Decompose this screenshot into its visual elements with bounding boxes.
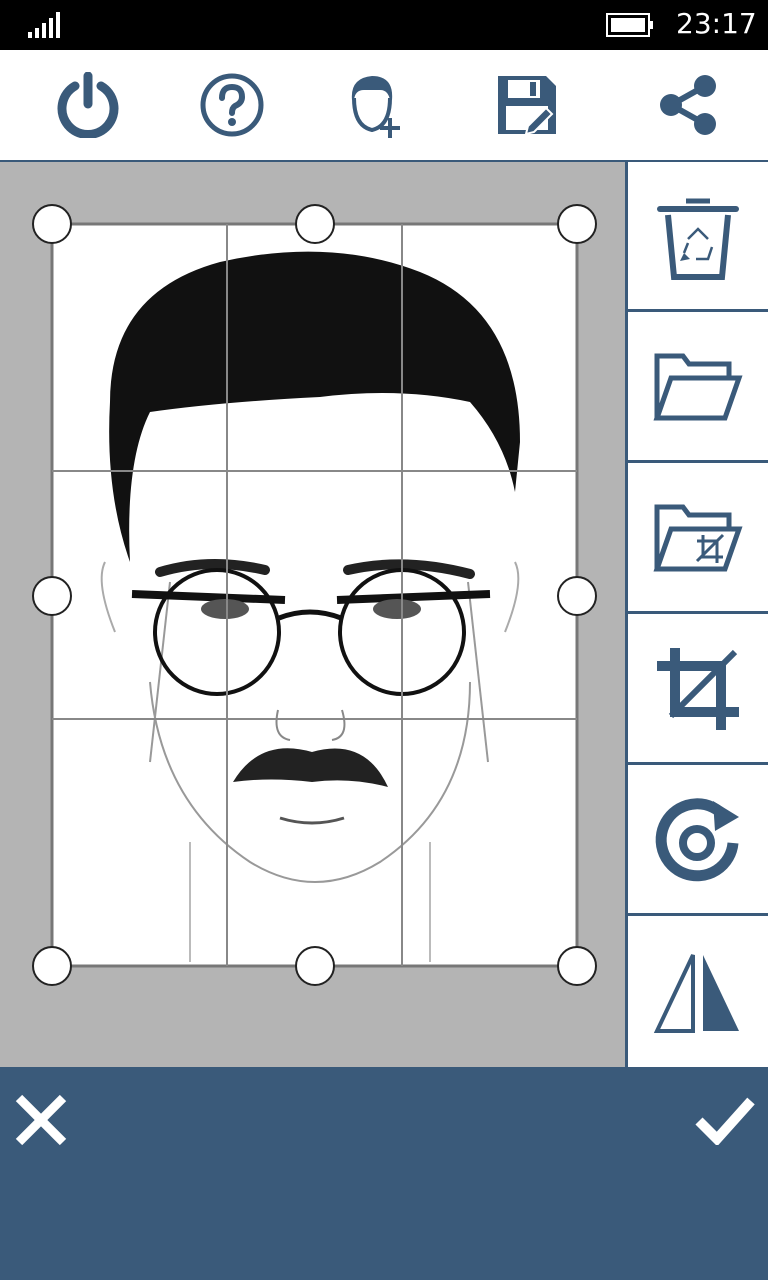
rotate-button[interactable] — [628, 766, 768, 916]
open-folder-icon — [653, 353, 743, 420]
battery-icon — [606, 13, 653, 37]
add-face-icon — [351, 76, 400, 138]
flip-button[interactable] — [628, 917, 768, 1067]
delete-button[interactable] — [628, 162, 768, 312]
signal-icon — [28, 12, 60, 38]
crop-handle-top-left[interactable] — [32, 204, 72, 244]
power-icon — [57, 72, 119, 138]
top-toolbar — [0, 50, 768, 162]
add-face-button[interactable] — [320, 50, 430, 160]
help-icon — [200, 73, 264, 137]
crop-handle-top-right[interactable] — [557, 204, 597, 244]
power-button[interactable] — [33, 50, 143, 160]
check-icon — [695, 1097, 755, 1145]
close-icon — [15, 1094, 67, 1146]
rotate-icon — [655, 797, 739, 881]
tool-sidebar — [625, 162, 768, 1067]
crop-icon — [657, 647, 739, 730]
share-icon — [660, 75, 716, 135]
save-button[interactable] — [472, 50, 582, 160]
open-crop-button[interactable] — [628, 464, 768, 614]
crop-button[interactable] — [628, 615, 768, 765]
crop-handle-middle-right[interactable] — [557, 576, 597, 616]
crop-handle-middle-left[interactable] — [32, 576, 72, 616]
crop-handle-bottom-center[interactable] — [295, 946, 335, 986]
status-time: 23:17 — [676, 7, 757, 40]
image-canvas[interactable] — [0, 162, 625, 1067]
help-button[interactable] — [177, 50, 287, 160]
crop-handle-bottom-left[interactable] — [32, 946, 72, 986]
trash-icon — [657, 198, 739, 280]
folder-crop-icon — [653, 504, 743, 571]
crop-handle-top-center[interactable] — [295, 204, 335, 244]
cancel-button[interactable] — [6, 1085, 76, 1155]
bottom-action-bar — [0, 1067, 768, 1280]
flip-icon — [653, 954, 739, 1033]
open-button[interactable] — [628, 313, 768, 463]
save-icon — [498, 76, 556, 136]
status-bar: 23:17 — [0, 0, 768, 50]
confirm-button[interactable] — [690, 1085, 760, 1155]
crop-handle-bottom-right[interactable] — [557, 946, 597, 986]
share-button[interactable] — [633, 50, 743, 160]
